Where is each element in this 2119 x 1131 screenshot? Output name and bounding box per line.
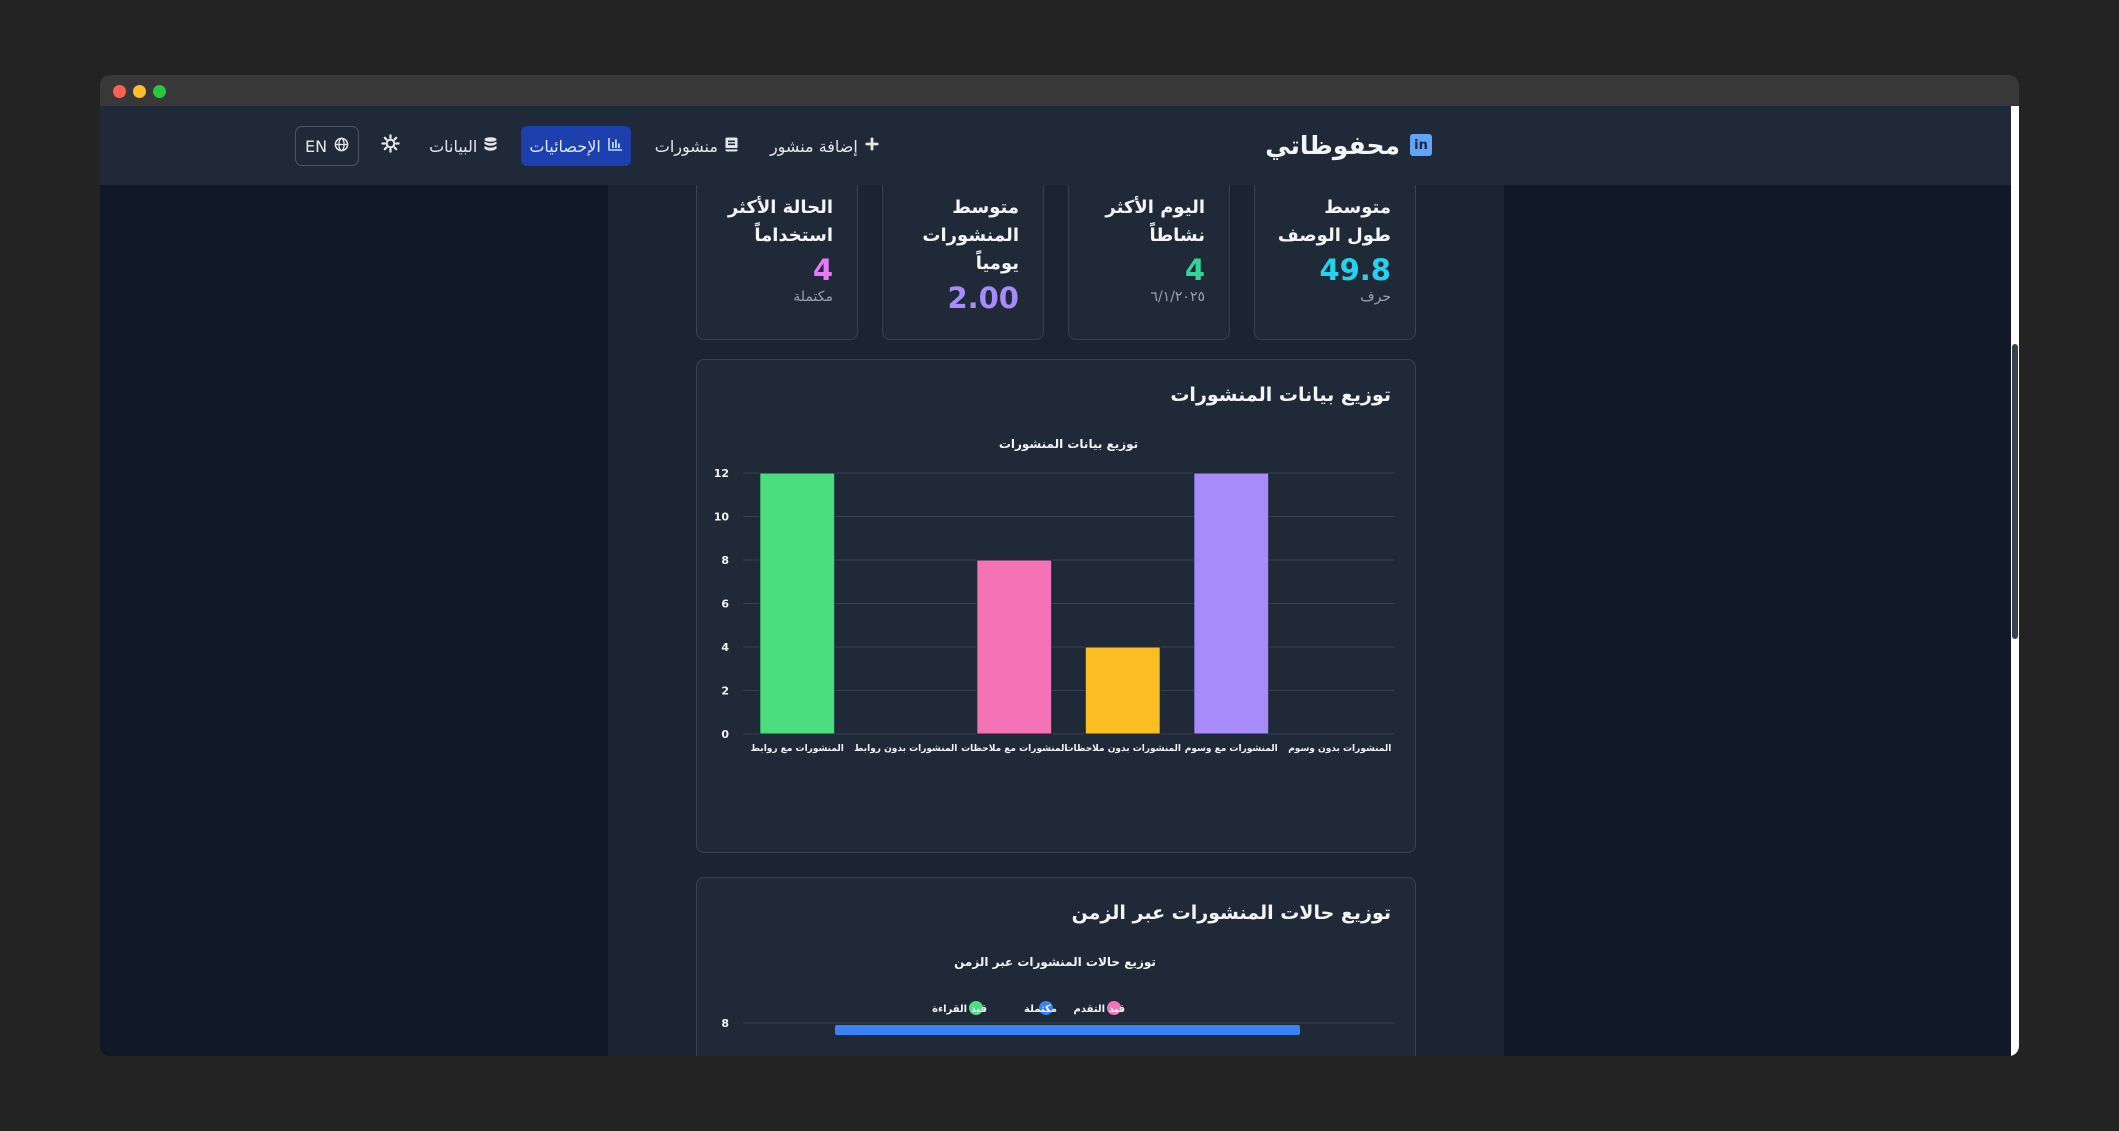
page-scrollbar[interactable] <box>2011 106 2019 1056</box>
database-icon <box>484 136 497 156</box>
legend-label: قيد القراءة <box>932 1004 987 1015</box>
stat-subtext: مكتملة <box>793 289 833 305</box>
legend-label: مكتملة <box>1024 1004 1057 1015</box>
y-tick-label: 6 <box>721 598 729 611</box>
stat-value: 49.8 <box>1319 253 1391 287</box>
y-tick-label: 10 <box>714 511 730 524</box>
plus-icon <box>865 137 879 155</box>
main-nav: EN البيانات الإحصائيات منشورات إضافة منش… <box>295 126 887 166</box>
book-icon <box>725 137 738 156</box>
nav-item-add-post-label: إضافة منشور <box>769 136 858 156</box>
chart-title: توزيع بيانات المنشورات <box>999 437 1138 452</box>
page-viewport: in محفوظاتي EN البيانات الإحصائيات منشور… <box>100 106 2011 1056</box>
globe-icon <box>334 137 349 156</box>
nav-item-posts-label: منشورات <box>654 136 718 156</box>
status-over-time-chart: توزيع حالات المنشورات عبر الزمن قيد القرا… <box>721 955 1394 1035</box>
nav-item-data[interactable]: البيانات <box>421 126 505 166</box>
x-tick-label: المنشورات بدون وسوم <box>1288 744 1391 754</box>
linkedin-icon: in <box>1410 134 1432 156</box>
theme-settings-button[interactable] <box>375 126 405 166</box>
x-tick-label: المنشورات مع روابط <box>751 744 844 754</box>
language-label: EN <box>305 136 328 156</box>
nav-item-statistics-label: الإحصائيات <box>529 136 601 156</box>
bar <box>759 472 836 735</box>
y-tick-label: 4 <box>721 641 729 654</box>
chart-icon <box>607 137 623 155</box>
post-data-distribution-panel: توزيع بيانات المنشورات توزيع بيانات المن… <box>696 359 1416 853</box>
x-tick-label: المنشورات مع ملاحظات <box>961 744 1067 754</box>
bar <box>1084 646 1161 735</box>
nav-item-data-label: البيانات <box>429 136 478 156</box>
window-titlebar <box>100 75 2019 106</box>
stat-subtext: ٦/١/٢٠٢٥ <box>1150 289 1205 305</box>
bar <box>976 559 1053 735</box>
bar <box>1193 472 1270 735</box>
nav-item-statistics[interactable]: الإحصائيات <box>521 126 631 166</box>
status-over-time-panel: توزيع حالات المنشورات عبر الزمن توزيع حا… <box>696 877 1416 1056</box>
brand-name: محفوظاتي <box>1265 130 1400 160</box>
stat-value: 4 <box>812 253 833 287</box>
y-tick-label: 8 <box>721 1017 729 1030</box>
brand[interactable]: in محفوظاتي <box>1265 128 1432 162</box>
distribution-bar-chart: توزيع بيانات المنشورات 0 2 4 6 8 10 12 المنشورات… <box>714 437 1394 754</box>
nav-item-add-post[interactable]: إضافة منشور <box>762 126 887 166</box>
maximize-window-button[interactable] <box>153 85 166 98</box>
stat-card-daily-average: متوسط المنشورات يومياً 2.00 <box>882 175 1044 340</box>
x-tick-label: المنشورات بدون ملاحظات <box>1065 744 1182 754</box>
y-tick-label: 0 <box>721 728 729 741</box>
stat-title: متوسط طول الوصف <box>1277 197 1391 246</box>
x-tick-label: المنشورات بدون روابط <box>854 744 957 754</box>
stat-subtext: حرف <box>1360 289 1391 305</box>
stat-value: 4 <box>1184 253 1205 287</box>
stat-card-most-used-status: الحالة الأكثر استخداماً 4 مكتملة <box>696 175 858 340</box>
stat-title: اليوم الأكثر نشاطاً <box>1105 197 1205 246</box>
stat-title: متوسط المنشورات يومياً <box>922 197 1019 274</box>
nav-item-posts[interactable]: منشورات <box>647 126 746 166</box>
close-window-button[interactable] <box>113 85 126 98</box>
browser-window: in محفوظاتي EN البيانات الإحصائيات منشور… <box>100 75 2019 1056</box>
stat-title: الحالة الأكثر استخداماً <box>727 197 833 246</box>
y-tick-label: 12 <box>714 467 729 480</box>
language-toggle-button[interactable]: EN <box>295 126 360 166</box>
statistics-content: الحالة الأكثر استخداماً 4 مكتملة متوسط ا… <box>608 175 1504 1056</box>
chart-title: توزيع حالات المنشورات عبر الزمن <box>954 955 1156 970</box>
scrollbar-thumb[interactable] <box>2012 344 2018 639</box>
legend-label: قيد التقدم <box>1074 1004 1125 1015</box>
gear-icon <box>380 134 400 158</box>
x-tick-label: المنشورات مع وسوم <box>1185 744 1278 754</box>
bar <box>835 1025 1300 1035</box>
y-tick-label: 8 <box>721 554 729 567</box>
stat-value: 2.00 <box>947 281 1019 315</box>
stat-card-most-active-day: اليوم الأكثر نشاطاً 4 ٦/١/٢٠٢٥ <box>1068 175 1230 340</box>
minimize-window-button[interactable] <box>133 85 146 98</box>
y-tick-label: 2 <box>721 685 729 698</box>
stat-card-average-description-length: متوسط طول الوصف 49.8 حرف <box>1254 175 1416 340</box>
top-navbar: in محفوظاتي EN البيانات الإحصائيات منشور… <box>100 106 2011 185</box>
